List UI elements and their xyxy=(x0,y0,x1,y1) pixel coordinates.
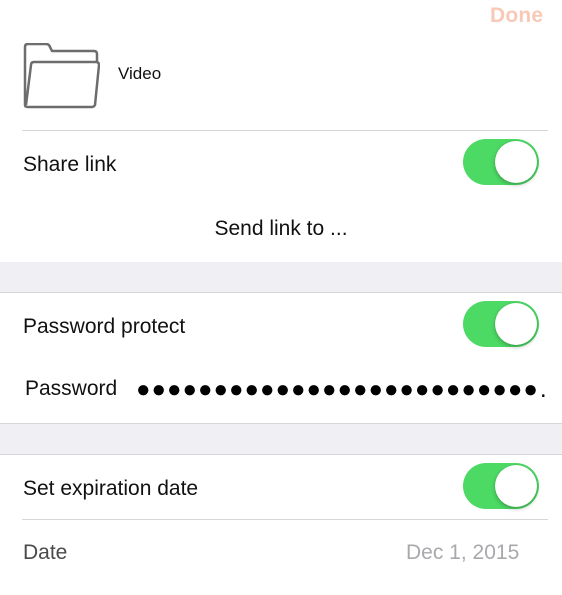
share-link-toggle[interactable] xyxy=(463,139,539,185)
divider xyxy=(0,292,562,293)
password-protect-toggle[interactable] xyxy=(463,301,539,347)
section-gap xyxy=(0,262,562,292)
file-name: Video xyxy=(118,64,162,83)
expiration-toggle[interactable] xyxy=(463,463,539,509)
date-value[interactable]: Dec 1, 2015 xyxy=(406,541,519,565)
divider xyxy=(22,519,548,520)
divider xyxy=(0,454,562,455)
date-label: Date xyxy=(23,541,68,564)
section-gap xyxy=(0,424,562,454)
toggle-knob xyxy=(495,141,537,183)
folder-icon xyxy=(22,42,101,109)
password-field[interactable]: ●●●●●●●●●●●●●●●●●●●●●●●●●●… xyxy=(136,376,546,406)
password-label: Password xyxy=(25,377,118,400)
expiration-label: Set expiration date xyxy=(23,477,199,500)
share-link-label: Share link xyxy=(23,153,117,176)
done-button[interactable]: Done xyxy=(490,4,543,28)
toggle-knob xyxy=(495,303,537,345)
toggle-knob xyxy=(495,465,537,507)
send-link-button[interactable]: Send link to ... xyxy=(0,217,562,241)
divider xyxy=(22,130,548,131)
password-protect-label: Password protect xyxy=(23,315,186,338)
